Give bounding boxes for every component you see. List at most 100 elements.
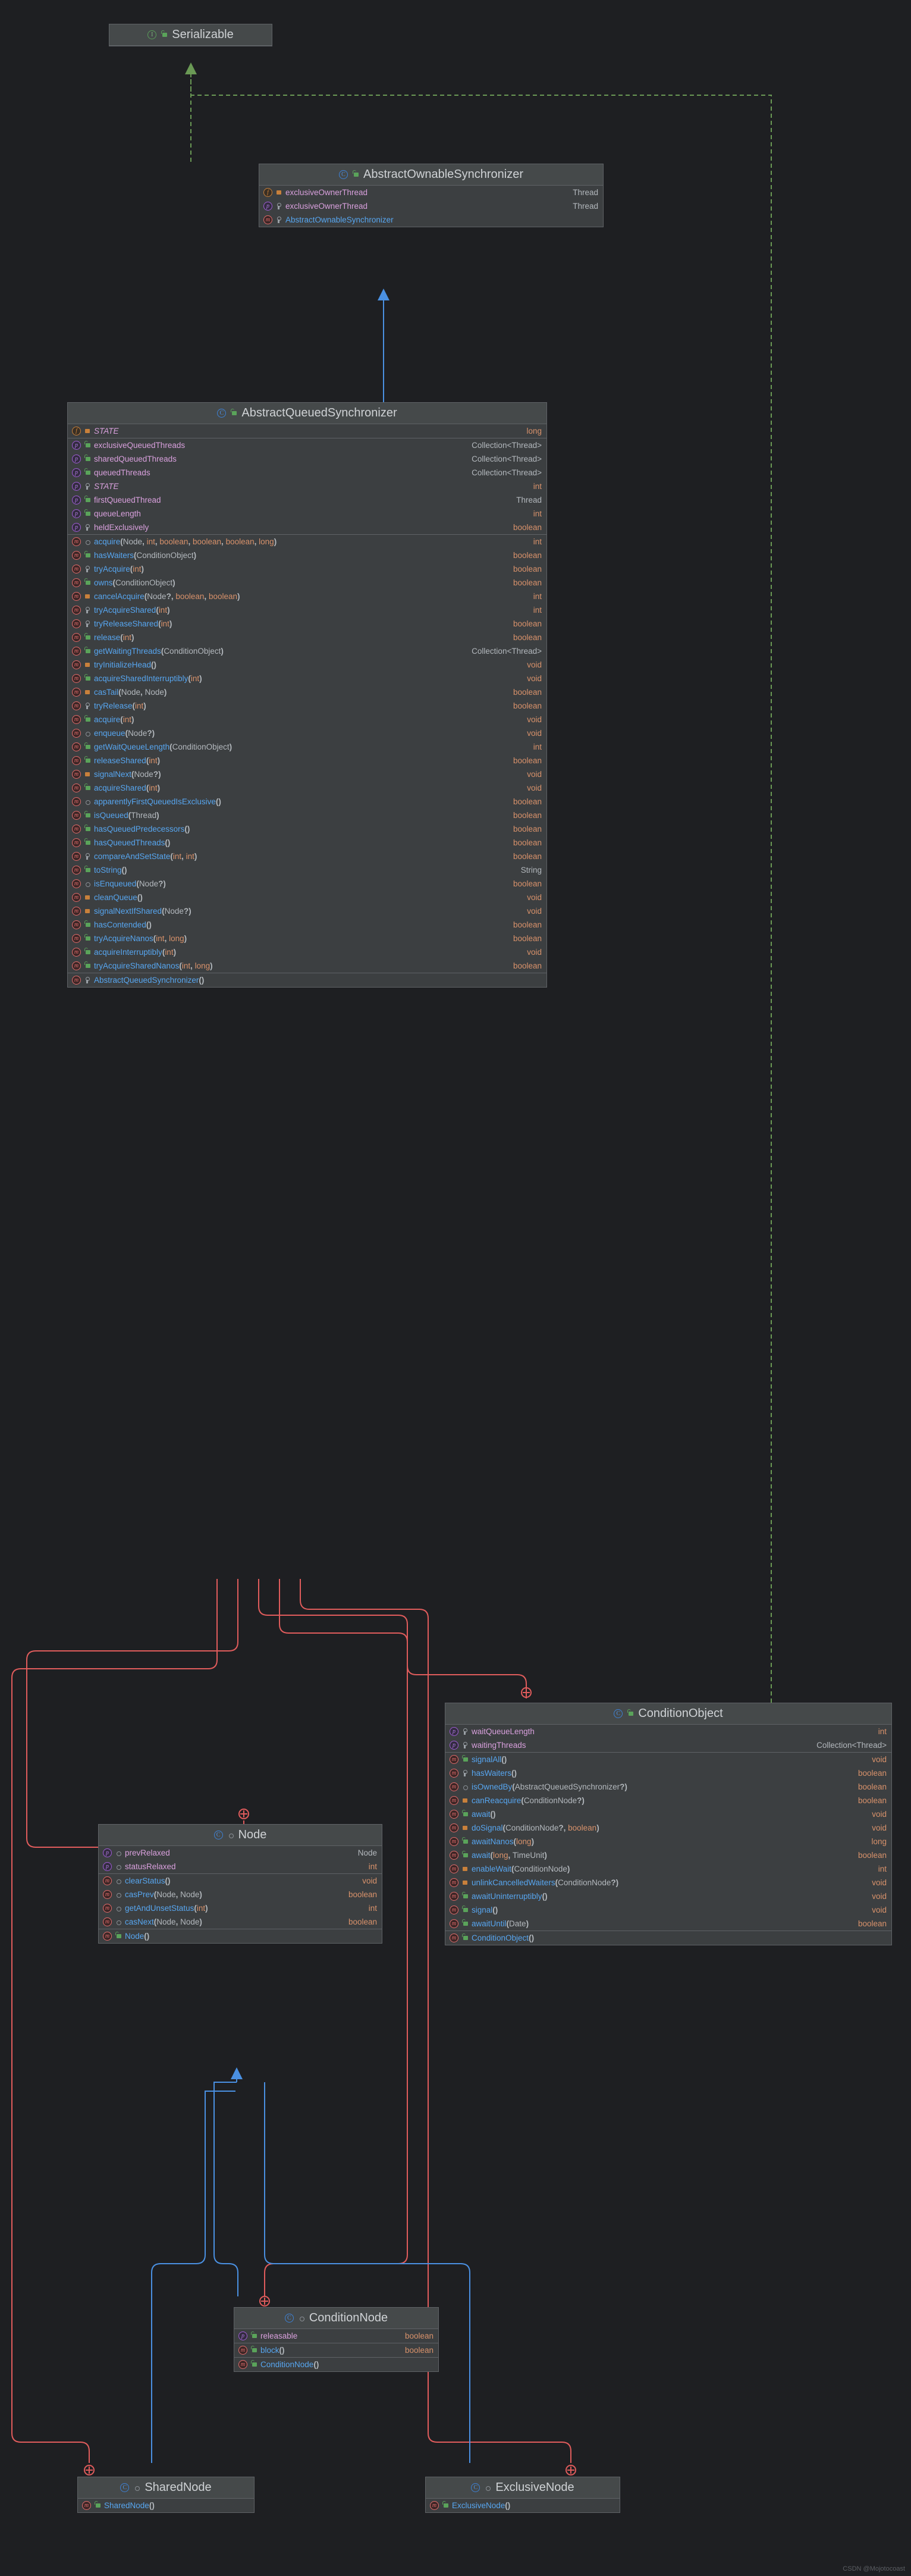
class-icon: C xyxy=(338,170,348,179)
method-row[interactable]: m signalNextIfShared(Node?) void xyxy=(68,904,546,918)
field-name: queuedThreads xyxy=(94,468,150,477)
method-row[interactable]: m acquire(int) void xyxy=(68,713,546,726)
field-row[interactable]: p exclusiveOwnerThread Thread xyxy=(259,199,603,213)
return-type: int xyxy=(533,742,542,751)
method-row[interactable]: m tryAcquireSharedNanos(int, long) boolean xyxy=(68,959,546,973)
method-row[interactable]: m getWaitingThreads(ConditionObject) Colle… xyxy=(68,644,546,658)
method-row[interactable]: m enqueue(Node?) void xyxy=(68,726,546,740)
return-type: Thread xyxy=(573,188,598,197)
method-row[interactable]: m SharedNode() xyxy=(78,2499,254,2512)
method-row[interactable]: m signalNext(Node?) void xyxy=(68,767,546,781)
return-type: void xyxy=(362,1876,377,1885)
method-row[interactable]: m casPrev(Node, Node) boolean xyxy=(99,1888,382,1901)
method-row[interactable]: m block() boolean xyxy=(234,2343,438,2357)
field-row[interactable]: p releasable boolean xyxy=(234,2329,438,2343)
method-row[interactable]: m doSignal(ConditionNode?, boolean) void xyxy=(445,1821,891,1835)
method-row[interactable]: m tryAcquireShared(int) int xyxy=(68,603,546,617)
method-row[interactable]: m hasWaiters() boolean xyxy=(445,1766,891,1780)
field-row[interactable]: p sharedQueuedThreads Collection<Thread> xyxy=(68,452,546,466)
class-box-abstract-queued-synchronizer[interactable]: C AbstractQueuedSynchronizer f STATE long p… xyxy=(67,402,547,988)
field-row[interactable]: p exclusiveQueuedThreads Collection<Thread… xyxy=(68,438,546,452)
method-row[interactable]: m cleanQueue() void xyxy=(68,891,546,904)
public-unlocked-icon xyxy=(250,2360,257,2369)
method-row[interactable]: m awaitUntil(Date) boolean xyxy=(445,1917,891,1931)
return-type: boolean xyxy=(857,1782,887,1791)
field-row[interactable]: f exclusiveOwnerThread Thread xyxy=(259,186,603,199)
method-row[interactable]: m clearStatus() void xyxy=(99,1874,382,1888)
method-signature: acquireSharedInterruptibly(int) xyxy=(94,674,202,683)
method-row[interactable]: m canReacquire(ConditionNode?) boolean xyxy=(445,1794,891,1807)
method-row[interactable]: m owns(ConditionObject) boolean xyxy=(68,576,546,590)
method-row[interactable]: m apparentlyFirstQueuedIsExclusive() boole… xyxy=(68,795,546,808)
class-box-serializable[interactable]: I Serializable xyxy=(109,24,272,46)
method-row[interactable]: m casTail(Node, Node) boolean xyxy=(68,685,546,699)
method-row[interactable]: m toString() String xyxy=(68,863,546,877)
method-row[interactable]: m enableWait(ConditionNode) int xyxy=(445,1862,891,1876)
method-row[interactable]: m releaseShared(int) boolean xyxy=(68,754,546,767)
method-row[interactable]: m hasContended() boolean xyxy=(68,918,546,932)
method-row[interactable]: m tryAcquire(int) boolean xyxy=(68,562,546,576)
field-row[interactable]: f STATE long xyxy=(68,424,546,438)
return-type: void xyxy=(527,784,542,792)
method-row[interactable]: m await() void xyxy=(445,1807,891,1821)
method-row[interactable]: m isOwnedBy(AbstractQueuedSynchronizer?) b… xyxy=(445,1780,891,1794)
method-row[interactable]: m AbstractOwnableSynchronizer xyxy=(259,213,603,227)
public-unlocked-icon xyxy=(461,1851,469,1860)
class-box-shared-node[interactable]: C SharedNode m SharedNode() xyxy=(77,2477,255,2513)
field-row[interactable]: p firstQueuedThread Thread xyxy=(68,493,546,507)
class-box-condition-node[interactable]: C ConditionNode p releasable boolean m block… xyxy=(234,2307,439,2372)
method-row[interactable]: m AbstractQueuedSynchronizer() xyxy=(68,973,546,987)
method-row[interactable]: m hasQueuedThreads() boolean xyxy=(68,836,546,850)
method-row[interactable]: m awaitNanos(long) long xyxy=(445,1835,891,1848)
method-row[interactable]: m acquire(Node, int, boolean, boolean, bo… xyxy=(68,535,546,549)
method-row[interactable]: m acquireShared(int) void xyxy=(68,781,546,795)
class-box-exclusive-node[interactable]: C ExclusiveNode m ExclusiveNode() xyxy=(425,2477,620,2513)
private-locked-icon xyxy=(84,427,91,435)
field-row[interactable]: p queuedThreads Collection<Thread> xyxy=(68,466,546,480)
field-row[interactable]: p queueLength int xyxy=(68,507,546,521)
class-box-condition-object[interactable]: C ConditionObject p waitQueueLength int p wa… xyxy=(445,1703,892,1945)
method-row[interactable]: m await(long, TimeUnit) boolean xyxy=(445,1848,891,1862)
method-signature: tryReleaseShared(int) xyxy=(94,619,172,628)
method-row[interactable]: m signal() void xyxy=(445,1903,891,1917)
method-signature: hasQueuedPredecessors() xyxy=(94,825,190,833)
method-row[interactable]: m hasWaiters(ConditionObject) boolean xyxy=(68,549,546,562)
method-row[interactable]: m hasQueuedPredecessors() boolean xyxy=(68,822,546,836)
field-row[interactable]: p waitQueueLength int xyxy=(445,1725,891,1738)
class-box-node[interactable]: C Node p prevRelaxed Node p statusRelaxed int… xyxy=(98,1824,382,1944)
method-row[interactable]: m tryInitializeHead() void xyxy=(68,658,546,672)
field-row[interactable]: p heldExclusively boolean xyxy=(68,521,546,534)
method-row[interactable]: m tryRelease(int) boolean xyxy=(68,699,546,713)
method-row[interactable]: m release(int) boolean xyxy=(68,631,546,644)
method-row[interactable]: m isQueued(Thread) boolean xyxy=(68,808,546,822)
method-row[interactable]: m awaitUninterruptibly() void xyxy=(445,1889,891,1903)
return-type: boolean xyxy=(348,1917,377,1926)
method-row[interactable]: m ExclusiveNode() xyxy=(426,2499,620,2512)
method-row[interactable]: m ConditionObject() xyxy=(445,1931,891,1945)
field-name: queueLength xyxy=(94,509,141,518)
method-row[interactable]: m tryAcquireNanos(int, long) boolean xyxy=(68,932,546,945)
method-row[interactable]: m acquireSharedInterruptibly(int) void xyxy=(68,672,546,685)
class-box-abstract-ownable-synchronizer[interactable]: C AbstractOwnableSynchronizer f exclusive… xyxy=(259,164,604,227)
method-icon: m xyxy=(450,1810,458,1819)
method-row[interactable]: m Node() xyxy=(99,1929,382,1943)
method-row[interactable]: m isEnqueued(Node?) boolean xyxy=(68,877,546,891)
field-row[interactable]: p prevRelaxed Node xyxy=(99,1846,382,1860)
method-row[interactable]: m getWaitQueueLength(ConditionObject) int xyxy=(68,740,546,754)
method-row[interactable]: m compareAndSetState(int, int) boolean xyxy=(68,850,546,863)
method-icon: m xyxy=(72,660,81,669)
public-unlocked-icon xyxy=(84,934,91,943)
field-row[interactable]: p STATE int xyxy=(68,480,546,493)
method-row[interactable]: m ConditionNode() xyxy=(234,2358,438,2371)
method-row[interactable]: m cancelAcquire(Node?, boolean, boolean) i… xyxy=(68,590,546,603)
method-row[interactable]: m getAndUnsetStatus(int) int xyxy=(99,1901,382,1915)
property-icon: p xyxy=(450,1741,458,1750)
method-row[interactable]: m unlinkCancelledWaiters(ConditionNode?) v… xyxy=(445,1876,891,1889)
field-row[interactable]: p waitingThreads Collection<Thread> xyxy=(445,1738,891,1752)
method-row[interactable]: m signalAll() void xyxy=(445,1753,891,1766)
method-row[interactable]: m casNext(Node, Node) boolean xyxy=(99,1915,382,1929)
method-row[interactable]: m tryReleaseShared(int) boolean xyxy=(68,617,546,631)
method-row[interactable]: m acquireInterruptibly(int) void xyxy=(68,945,546,959)
field-row[interactable]: p statusRelaxed int xyxy=(99,1860,382,1873)
field-name: waitingThreads xyxy=(472,1741,526,1750)
